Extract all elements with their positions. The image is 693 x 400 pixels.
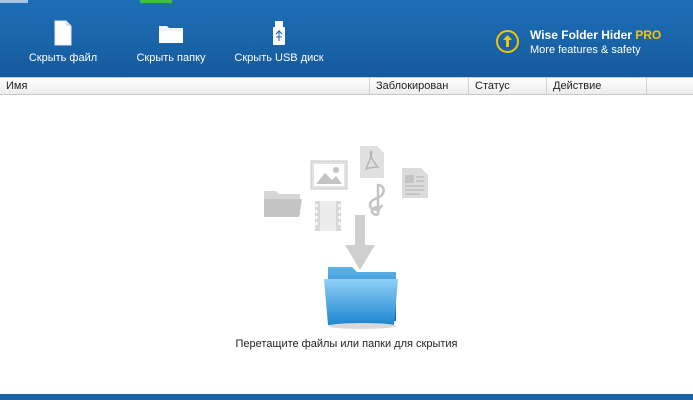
file-list-area[interactable]: Перетащите файлы или папки для скрытия: [0, 95, 693, 395]
status-strip: [140, 0, 172, 3]
file-icon: [54, 20, 72, 46]
image-icon: [310, 160, 348, 190]
window-edge: [0, 0, 28, 3]
column-action[interactable]: Действие: [547, 78, 647, 95]
hide-file-label: Скрыть файл: [28, 52, 98, 64]
hide-file-button[interactable]: Скрыть файл: [26, 20, 100, 72]
toolbar: Скрыть файл Скрыть папку Скрыть USB диск…: [0, 0, 693, 77]
promo-title: Wise Folder Hider PRO: [530, 28, 661, 42]
pro-upgrade-link[interactable]: Wise Folder Hider PRO More features & sa…: [496, 28, 686, 62]
upgrade-arrow-icon: [496, 30, 519, 53]
column-name[interactable]: Имя: [0, 78, 370, 95]
promo-subtitle: More features & safety: [530, 44, 641, 56]
drop-hint-text: Перетащите файлы или папки для скрытия: [235, 338, 458, 350]
document-icon: [402, 168, 428, 198]
folder-icon: [159, 26, 183, 43]
hide-folder-button[interactable]: Скрыть папку: [131, 20, 211, 72]
column-locked[interactable]: Заблокирован: [370, 78, 469, 95]
promo-pro-badge: PRO: [635, 28, 662, 42]
column-status[interactable]: Статус: [469, 78, 547, 95]
hide-usb-button[interactable]: Скрыть USB диск: [232, 20, 326, 72]
folder-icon: [264, 191, 302, 217]
status-bar: [0, 394, 693, 400]
pdf-icon: [360, 146, 384, 178]
hide-folder-label: Скрыть папку: [136, 52, 206, 64]
video-icon: [315, 201, 341, 231]
usb-icon: [273, 21, 285, 45]
blue-folder-icon: [324, 267, 398, 329]
hide-usb-label: Скрыть USB диск: [234, 52, 324, 64]
music-icon: [368, 183, 385, 217]
promo-title-main: Wise Folder Hider: [530, 28, 636, 42]
column-header: Имя Заблокирован Статус Действие: [0, 77, 693, 95]
